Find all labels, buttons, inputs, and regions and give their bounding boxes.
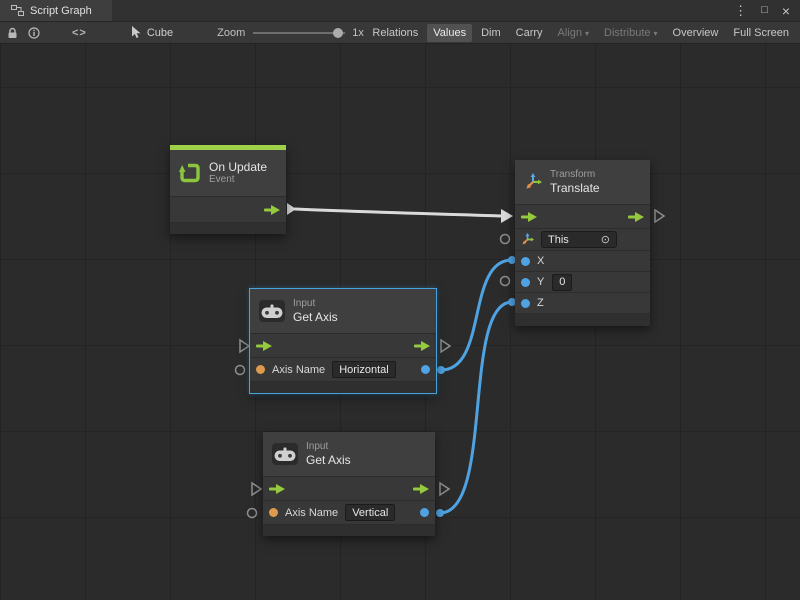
gamepad-icon [259,300,285,322]
transform-icon [524,173,542,191]
overview-button[interactable]: Overview [667,24,725,42]
z-port-row: Z [515,292,650,313]
axis-name-row: Axis Name Horizontal [250,357,436,381]
control-row [170,196,286,222]
control-output-port[interactable] [628,212,644,222]
node-title: Get Axis [306,453,351,467]
y-port-row: Y 0 [515,271,650,292]
zoom-label: Zoom [217,27,245,39]
node-title: Translate [550,181,600,195]
x-port-row: X [515,250,650,271]
z-input-port[interactable] [521,299,530,308]
node-footer [250,381,436,393]
axis-name-label: Axis Name [285,507,338,519]
tab-title: Script Graph [30,5,92,17]
node-translate[interactable]: Transform Translate This ⊙ [515,160,650,326]
lock-icon[interactable] [7,27,18,39]
values-button[interactable]: Values [427,24,472,42]
node-get-axis-vertical[interactable]: Input Get Axis Axis Name Vertical [263,432,435,536]
graph-toolbar: <> Cube Zoom 1x Relations Values Dim Car… [0,22,800,44]
node-footer [515,313,650,326]
node-category: Input [293,298,338,310]
close-button[interactable]: × [782,4,790,18]
carry-button[interactable]: Carry [510,24,549,42]
info-icon[interactable] [28,27,40,39]
node-category: Input [306,441,351,453]
node-title: Get Axis [293,310,338,324]
align-dropdown[interactable]: Align▾ [552,24,595,42]
code-icon[interactable]: <> [72,27,87,39]
cursor-icon [131,26,142,39]
node-subtitle: Event [209,174,267,186]
control-output-port[interactable] [413,484,429,494]
axis-name-value-field[interactable]: Horizontal [332,361,396,378]
y-port-label: Y [537,276,544,288]
node-header: Input Get Axis [263,432,435,476]
gamepad-icon [272,443,298,465]
this-value: This [548,234,569,246]
zoom-slider-handle[interactable] [333,28,343,38]
axis-name-label: Axis Name [272,364,325,376]
control-input-port[interactable] [269,484,285,494]
node-get-axis-horizontal[interactable]: Input Get Axis Axis Name Horizontal [250,289,436,393]
control-input-port[interactable] [521,212,537,222]
this-port-row: This ⊙ [515,228,650,250]
zoom-value: 1x [352,27,364,39]
zoom-slider-track[interactable] [253,32,345,34]
full-screen-button[interactable]: Full Screen [727,24,795,42]
axis-name-input-port[interactable] [269,508,278,517]
control-row [515,204,650,228]
value-output-port[interactable] [420,508,429,517]
node-header: Input Get Axis [250,289,436,333]
control-output-port[interactable] [264,205,280,215]
node-footer [170,222,286,234]
toolbar-buttons: Relations Values Dim Carry Align▾ Distri… [366,24,800,42]
x-input-port[interactable] [521,257,530,266]
value-output-port[interactable] [421,365,430,374]
x-port-label: X [537,255,544,267]
target-label: Cube [147,27,173,39]
graph-icon [11,5,24,16]
maximize-button[interactable]: □ [761,5,768,16]
z-port-label: Z [537,297,544,309]
relations-button[interactable]: Relations [366,24,424,42]
y-value-field[interactable]: 0 [552,274,572,291]
script-graph-window: Script Graph ⋮ □ × <> Cub [0,0,800,600]
zoom-slider[interactable] [253,27,345,39]
axis-icon [521,233,534,246]
node-title: On Update [209,160,267,174]
node-footer [263,524,435,536]
control-row [250,333,436,357]
control-output-port[interactable] [414,341,430,351]
node-on-update[interactable]: On Update Event [170,145,286,234]
node-category: Transform [550,169,600,181]
titlebar: Script Graph ⋮ □ × [0,0,800,22]
this-object-picker[interactable]: This ⊙ [541,231,617,248]
y-input-port[interactable] [521,278,530,287]
window-controls: ⋮ □ × [724,0,800,21]
node-header: Transform Translate [515,160,650,204]
node-header: On Update Event [170,150,286,196]
chevron-down-icon: ▾ [585,29,589,38]
on-update-icon [179,162,201,184]
dim-button[interactable]: Dim [475,24,507,42]
tab-script-graph[interactable]: Script Graph [0,0,112,21]
axis-name-value-field[interactable]: Vertical [345,504,395,521]
axis-name-row: Axis Name Vertical [263,500,435,524]
axis-name-input-port[interactable] [256,365,265,374]
object-target-icon[interactable]: ⊙ [601,233,610,246]
selection-target[interactable]: Cube [131,26,173,39]
chevron-down-icon: ▾ [654,29,658,38]
distribute-dropdown[interactable]: Distribute▾ [598,24,663,42]
control-row [263,476,435,500]
window-menu-button[interactable]: ⋮ [734,4,747,17]
control-input-port[interactable] [256,341,272,351]
